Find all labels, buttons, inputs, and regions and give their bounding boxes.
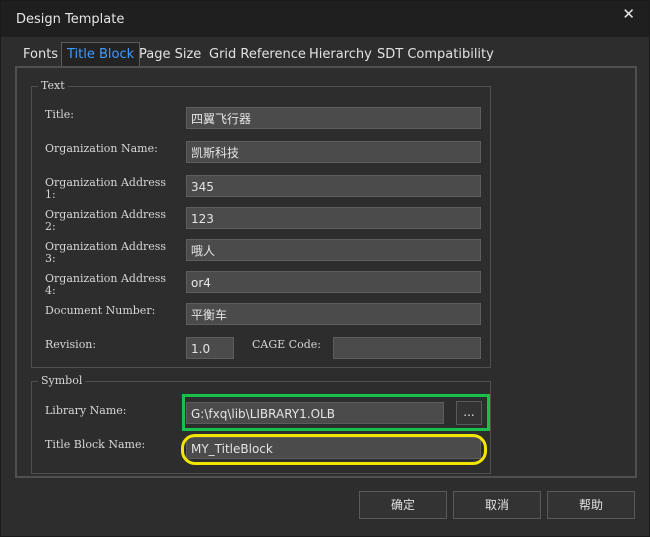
organization-address-3-field[interactable]: 哦人 (186, 239, 481, 261)
document-number-field[interactable]: 平衡车 (186, 303, 481, 325)
window-title: Design Template (16, 12, 125, 27)
title-bar: Design Template ✕ (1, 1, 649, 37)
organization-address-4-label: Organization Address 4: (45, 272, 167, 297)
cage-code-field[interactable] (333, 337, 481, 359)
revision-label: Revision: (45, 338, 97, 351)
revision-field[interactable]: 1.0 (186, 337, 234, 359)
ok-button[interactable]: 确定 (359, 491, 447, 519)
cage-code-label: CAGE Code: (252, 338, 321, 351)
library-name-field[interactable]: G:\fxq\lib\LIBRARY1.OLB (186, 402, 444, 424)
organization-address-3-label: Organization Address 3: (45, 240, 167, 265)
organization-address-4-field[interactable]: or4 (186, 271, 481, 293)
symbol-group-legend: Symbol (38, 374, 86, 387)
cancel-button[interactable]: 取消 (453, 491, 541, 519)
organization-name-label: Organization Name: (45, 142, 158, 155)
organization-address-1-field[interactable]: 345 (186, 175, 481, 197)
tab-sdt-compatibility[interactable]: SDT Compatibility (377, 43, 494, 67)
tab-page-size[interactable]: Page Size (139, 43, 201, 67)
organization-address-1-label: Organization Address 1: (45, 176, 167, 201)
organization-address-2-field[interactable]: 123 (186, 207, 481, 229)
tab-hierarchy[interactable]: Hierarchy (309, 43, 372, 67)
text-group-legend: Text (38, 79, 68, 92)
title-block-highlight-ellipse (181, 434, 487, 465)
tab-grid-reference[interactable]: Grid Reference (209, 43, 306, 67)
organization-name-field[interactable]: 凯斯科技 (186, 141, 481, 163)
organization-address-2-label: Organization Address 2: (45, 208, 167, 233)
help-button[interactable]: 帮助 (547, 491, 635, 519)
title-block-name-label: Title Block Name: (45, 438, 146, 451)
title-field[interactable]: 四翼飞行器 (186, 107, 481, 129)
design-template-dialog: Design Template ✕ Fonts Title Block Page… (0, 0, 650, 537)
document-number-label: Document Number: (45, 304, 156, 317)
close-icon[interactable]: ✕ (622, 5, 635, 23)
title-label: Title: (45, 108, 75, 121)
tab-title-block[interactable]: Title Block (61, 42, 141, 68)
library-name-label: Library Name: (45, 404, 127, 417)
library-browse-button[interactable]: ... (456, 401, 482, 425)
tab-fonts[interactable]: Fonts (23, 43, 58, 67)
